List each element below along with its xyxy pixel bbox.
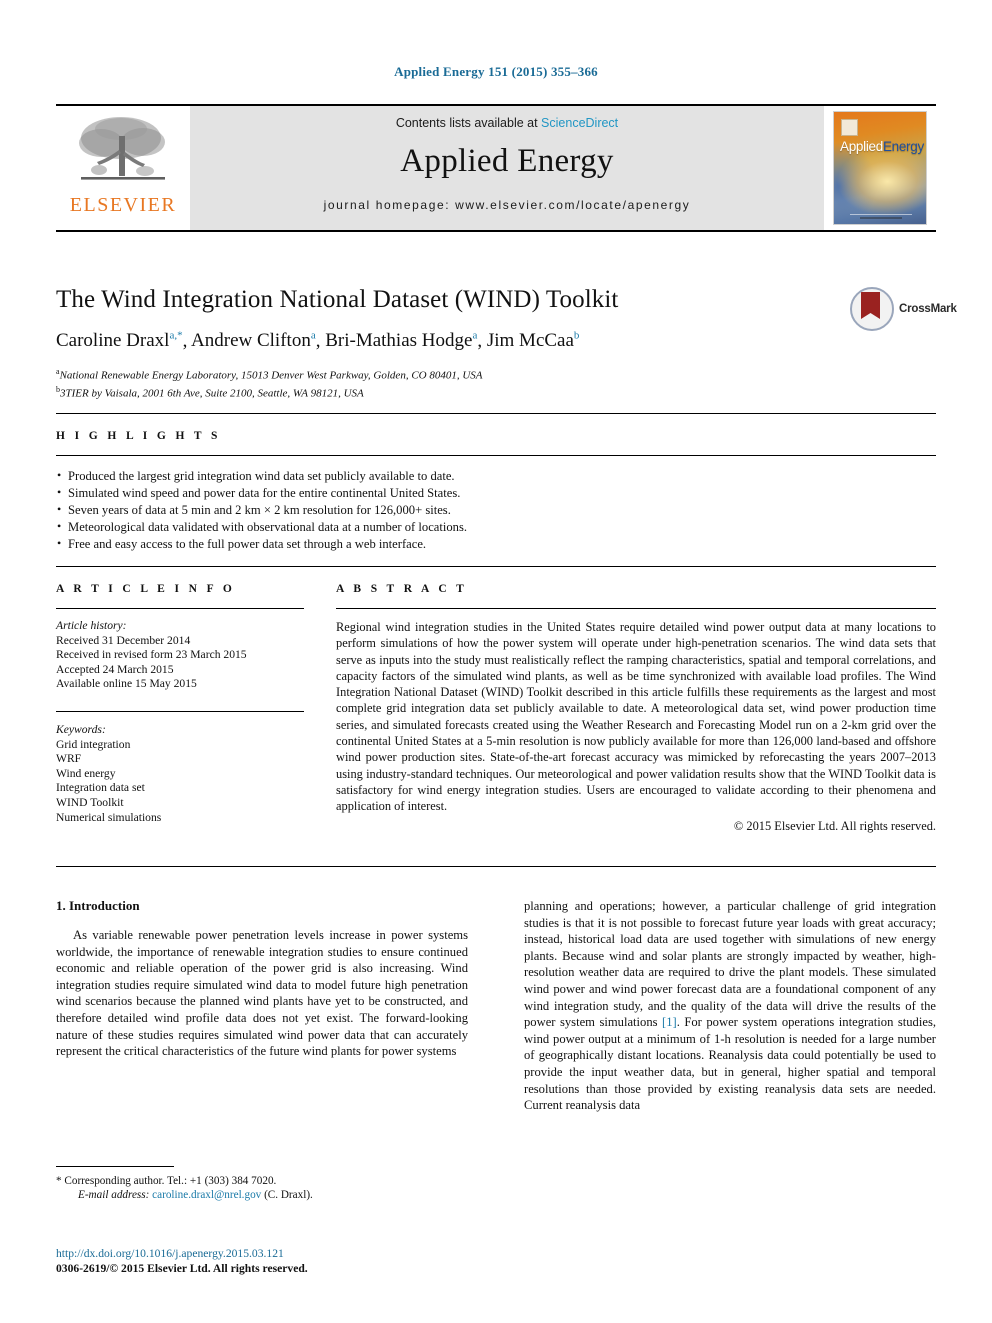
- keywords-block: Keywords: Grid integration WRF Wind ener…: [56, 710, 304, 825]
- keyword-item: Numerical simulations: [56, 810, 162, 824]
- article-info-divider: [56, 608, 304, 609]
- body-column-right: planning and operations; however, a part…: [524, 898, 936, 1114]
- article-info-heading: A R T I C L E I N F O: [56, 583, 236, 595]
- abstract-copyright: © 2015 Elsevier Ltd. All rights reserved…: [733, 818, 936, 833]
- contents-prefix: Contents lists available at: [395, 116, 542, 130]
- corresponding-author-note: * Corresponding author. Tel.: +1 (303) 3…: [56, 1174, 468, 1188]
- divider-above-body: [56, 866, 936, 867]
- affiliation-item: b3TIER by Vaisala, 2001 6th Ave, Suite 2…: [56, 384, 364, 400]
- elsevier-logo: ELSEVIER: [56, 106, 190, 230]
- abstract-heading: A B S T R A C T: [336, 583, 468, 595]
- contents-band: Contents lists available at ScienceDirec…: [190, 106, 824, 230]
- paper-page: Applied Energy 151 (2015) 355–366 ELSEVI…: [0, 0, 992, 1323]
- author-affil-marker: a,*: [169, 330, 183, 342]
- abstract-section: A B S T R A C T Regional wind integratio…: [336, 583, 936, 834]
- list-item: Seven years of data at 5 min and 2 km × …: [56, 501, 936, 519]
- email-note: E-mail address: caroline.draxl@nrel.gov …: [56, 1188, 468, 1202]
- cover-elsevier-badge-icon: [841, 119, 858, 136]
- author-affil-marker: a: [472, 330, 478, 342]
- author-item: Jim McCaab: [486, 330, 580, 352]
- keywords-label: Keywords:: [56, 722, 106, 736]
- keyword-item: WRF: [56, 752, 82, 766]
- divider-above-info: [56, 566, 936, 567]
- cover-decor-line-2: [860, 217, 902, 219]
- keyword-item: Wind energy: [56, 766, 116, 780]
- author-item: Andrew Cliftona: [191, 330, 316, 352]
- divider-above-highlights: [56, 413, 936, 414]
- highlights-section: H I G H L I G H T S Produced the largest…: [56, 430, 936, 553]
- list-item: Meteorological data validated with obser…: [56, 518, 936, 536]
- body-text-part2: . For power system operations integratio…: [524, 1015, 936, 1113]
- author-item: Caroline Draxla,*: [56, 330, 183, 352]
- keyword-item: Integration data set: [56, 781, 145, 795]
- title-block: The Wind Integration National Dataset (W…: [56, 286, 957, 401]
- author-affil-marker: b: [573, 330, 580, 342]
- keywords-list: Keywords: Grid integration WRF Wind ener…: [56, 723, 304, 825]
- affiliation-list: aNational Renewable Energy Laboratory, 1…: [56, 365, 936, 400]
- footnote-divider: [56, 1166, 174, 1167]
- body-columns: 1. Introduction As variable renewable po…: [56, 898, 936, 1114]
- cover-decor-line: [850, 214, 912, 215]
- corresponding-text: Corresponding author. Tel.: +1 (303) 384…: [64, 1175, 277, 1187]
- history-item: Received 31 December 2014: [56, 633, 191, 647]
- body-text-part1: planning and operations; however, a part…: [524, 899, 936, 1030]
- author-list: Caroline Draxla,*, Andrew Cliftona, Bri-…: [56, 330, 580, 352]
- corresponding-marker: *: [56, 1175, 62, 1187]
- article-history-label: Article history:: [56, 619, 127, 632]
- citation-link-1[interactable]: [1]: [662, 1015, 677, 1029]
- highlights-heading: H I G H L I G H T S: [56, 430, 221, 442]
- sciencedirect-link[interactable]: ScienceDirect: [541, 116, 618, 130]
- author-affil-marker: a: [310, 330, 316, 342]
- author-item: Bri-Mathias Hodgea: [325, 330, 478, 352]
- elsevier-tree-icon: [79, 117, 165, 180]
- doi-block: http://dx.doi.org/10.1016/j.apenergy.201…: [56, 1246, 468, 1276]
- list-item: Simulated wind speed and power data for …: [56, 484, 936, 502]
- elsevier-wordmark: ELSEVIER: [69, 194, 177, 216]
- journal-masthead: ELSEVIER Contents lists available at Sci…: [56, 104, 936, 232]
- article-history: Article history: Received 31 December 20…: [56, 619, 304, 692]
- highlights-list: Produced the largest grid integration wi…: [56, 467, 936, 553]
- cover-title: AppliedEnergy: [840, 139, 924, 154]
- keyword-item: WIND Toolkit: [56, 795, 124, 809]
- highlights-divider: [56, 455, 936, 456]
- history-item: Available online 15 May 2015: [56, 677, 197, 691]
- page-title: The Wind Integration National Dataset (W…: [56, 286, 619, 313]
- history-item: Accepted 24 March 2015: [56, 662, 174, 676]
- crossmark-icon: [850, 287, 894, 331]
- contents-available-line: Contents lists available at ScienceDirec…: [396, 116, 618, 130]
- email-label: E-mail address:: [78, 1189, 150, 1202]
- journal-homepage-link[interactable]: journal homepage: www.elsevier.com/locat…: [324, 198, 691, 212]
- affiliation-item: aNational Renewable Energy Laboratory, 1…: [56, 367, 483, 382]
- footnote-block: * Corresponding author. Tel.: +1 (303) 3…: [56, 1166, 468, 1203]
- keyword-item: Grid integration: [56, 737, 131, 751]
- body-paragraph: As variable renewable power penetration …: [56, 928, 468, 1059]
- list-item: Produced the largest grid integration wi…: [56, 467, 936, 485]
- section-heading-introduction: 1. Introduction: [56, 898, 140, 913]
- issn-copyright-line: 0306-2619/© 2015 Elsevier Ltd. All right…: [56, 1262, 308, 1275]
- list-item: Free and easy access to the full power d…: [56, 535, 936, 553]
- abstract-text: Regional wind integration studies in the…: [336, 620, 936, 814]
- body-column-left: 1. Introduction As variable renewable po…: [56, 898, 468, 1114]
- email-link[interactable]: caroline.draxl@nrel.gov: [152, 1189, 261, 1201]
- email-suffix: (C. Draxl).: [264, 1189, 313, 1202]
- abstract-divider: [336, 608, 936, 609]
- journal-cover-art: AppliedEnergy: [824, 106, 936, 230]
- crossmark-badge[interactable]: CrossMark: [850, 286, 957, 332]
- article-info-section: A R T I C L E I N F O Article history: R…: [56, 583, 304, 825]
- body-paragraph-continued: planning and operations; however, a part…: [524, 898, 936, 1114]
- running-head: Applied Energy 151 (2015) 355–366: [394, 64, 598, 79]
- history-item: Received in revised form 23 March 2015: [56, 648, 247, 662]
- journal-name: Applied Energy: [400, 143, 614, 179]
- crossmark-label: CrossMark: [899, 303, 957, 315]
- doi-link[interactable]: http://dx.doi.org/10.1016/j.apenergy.201…: [56, 1246, 468, 1261]
